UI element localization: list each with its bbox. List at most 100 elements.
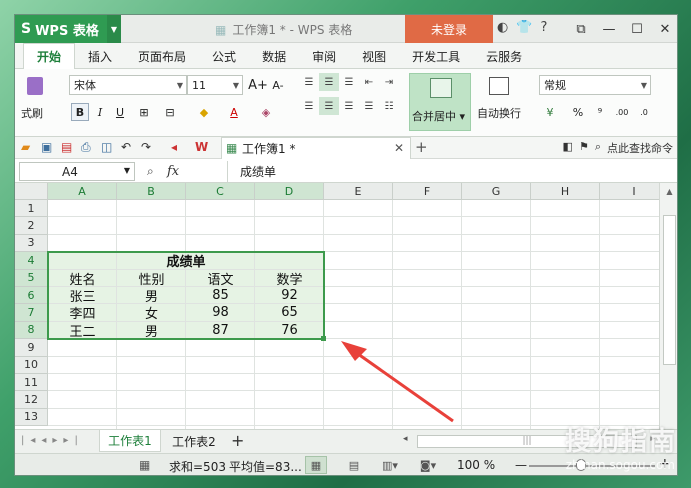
currency-icon[interactable]: ¥: [541, 103, 559, 121]
chevron-left-icon[interactable]: ◂: [403, 434, 408, 444]
document-tab[interactable]: ▦ 工作簿1 * ✕: [221, 137, 411, 159]
percent-button[interactable]: %: [569, 103, 587, 121]
tab-4[interactable]: 数据: [249, 43, 299, 69]
add-sheet-icon[interactable]: +: [231, 431, 244, 450]
align-bottom-icon[interactable]: ☰: [339, 73, 359, 91]
page-layout-view-icon[interactable]: ▥▾: [379, 456, 401, 474]
tab-5[interactable]: 审阅: [299, 43, 349, 69]
zoom-out-button[interactable]: —: [515, 458, 527, 472]
format-painter-button[interactable]: 式刷: [21, 75, 47, 131]
page-break-view-icon[interactable]: ▤: [343, 456, 365, 474]
decrease-decimal-icon[interactable]: .0: [635, 103, 653, 121]
name-box[interactable]: A4 ▼: [19, 162, 135, 181]
print-preview-icon[interactable]: ◫: [101, 140, 112, 154]
wps-window: S WPS 表格 ▼ ▦ 工作簿1 * - WPS 表格 未登录 ◐ 👕 ? ⧉…: [14, 14, 678, 476]
normal-view-icon[interactable]: ▦: [305, 456, 327, 474]
wrap-text-label[interactable]: 自动换行: [477, 105, 521, 121]
tab-7[interactable]: 开发工具: [399, 43, 473, 69]
chevron-down-icon: ▼: [640, 80, 647, 90]
tab-6[interactable]: 视图: [349, 43, 399, 69]
clear-format-icon[interactable]: ◈: [257, 103, 275, 121]
font-name-select[interactable]: 宋体 ▼: [69, 75, 187, 95]
status-sum: 求和=503: [169, 460, 226, 474]
login-button[interactable]: 未登录: [405, 15, 493, 43]
cell-style-icon[interactable]: ⊟: [161, 103, 179, 121]
open-folder-icon[interactable]: ▰: [21, 140, 30, 154]
save-icon[interactable]: ▣: [41, 140, 52, 154]
skin-icon[interactable]: ◐: [497, 20, 508, 35]
chevron-down-icon[interactable]: ▼: [107, 15, 121, 43]
font-color-icon[interactable]: A: [225, 103, 243, 121]
annotation-arrow-shaft: [350, 347, 454, 423]
tab-0[interactable]: 开始: [23, 43, 76, 69]
insert-function-icon[interactable]: fx: [167, 164, 179, 179]
restore-icon[interactable]: ⧉: [567, 15, 595, 43]
format-painter-label: 式刷: [21, 107, 43, 120]
shrink-font-button[interactable]: A-: [269, 76, 287, 94]
sheet-nav-arrows[interactable]: |◂◂▸▸|: [21, 435, 84, 446]
indent-decrease-icon[interactable]: ⇤: [359, 73, 379, 91]
align-middle-icon[interactable]: ☰: [319, 73, 339, 91]
chevron-down-icon: ▼: [176, 80, 183, 90]
align-center-icon[interactable]: ☰: [319, 97, 339, 115]
number-format-value: 常规: [544, 79, 566, 92]
redo-icon[interactable]: ↷: [141, 140, 151, 154]
italic-button[interactable]: I: [91, 103, 109, 121]
merge-center-button[interactable]: 合并居中 ▾: [409, 73, 471, 131]
spreadsheet-icon: ▦: [215, 22, 227, 37]
align-left-icon[interactable]: ☰: [299, 97, 319, 115]
chevron-up-icon[interactable]: ▲: [660, 183, 677, 196]
alignment-group: ☰ ☰ ☰ ⇤ ⇥ ☰ ☰ ☰ ☰ ☷: [299, 73, 399, 115]
wps-w-icon[interactable]: W: [195, 140, 208, 154]
undo-icon[interactable]: ↶: [121, 140, 131, 154]
print-icon[interactable]: ⎙: [81, 140, 91, 155]
close-icon[interactable]: ✕: [394, 141, 404, 155]
spreadsheet-icon: ▦: [226, 141, 238, 155]
grow-font-button[interactable]: A+: [248, 76, 268, 94]
tab-2[interactable]: 页面布局: [125, 43, 199, 69]
command-search[interactable]: ◧ ⚑ ⌕ 点此查找命令: [563, 140, 673, 156]
tab-8[interactable]: 云服务: [473, 43, 535, 69]
close-icon[interactable]: ✕: [651, 15, 677, 43]
zoom-level[interactable]: 100 %: [457, 458, 495, 472]
scrollbar-thumb[interactable]: [663, 215, 676, 365]
reading-mode-icon[interactable]: ◙▾: [417, 456, 439, 474]
align-right-icon[interactable]: ☰: [339, 97, 359, 115]
tab-1[interactable]: 插入: [75, 43, 125, 69]
underline-button[interactable]: U: [111, 103, 129, 121]
help-icon[interactable]: ?: [541, 20, 548, 35]
chevron-down-icon[interactable]: ▼: [124, 166, 130, 175]
document-title: 工作簿1 * - WPS 表格: [232, 23, 353, 37]
zoom-icon[interactable]: ⌕: [147, 164, 154, 179]
minimize-icon[interactable]: —: [595, 15, 623, 43]
wps-menu-button[interactable]: S WPS 表格 ▼: [15, 15, 121, 43]
sheet-tab-0[interactable]: 工作表1: [99, 430, 161, 452]
sheet-tab-1[interactable]: 工作表2: [163, 430, 225, 452]
shirt-icon[interactable]: 👕: [516, 20, 532, 35]
tab-3[interactable]: 公式: [199, 43, 249, 69]
justify-icon[interactable]: ☰: [359, 97, 379, 115]
vertical-scrollbar[interactable]: ▲: [659, 183, 677, 429]
bold-button[interactable]: B: [71, 103, 89, 121]
border-icon[interactable]: ⊞: [135, 103, 153, 121]
align-top-icon[interactable]: ☰: [299, 73, 319, 91]
sheet-status-icon[interactable]: ▦: [139, 458, 150, 472]
formula-input[interactable]: 成绩单: [227, 161, 677, 182]
maximize-icon[interactable]: ☐: [623, 15, 651, 43]
share-icon[interactable]: ◧: [563, 140, 573, 156]
font-size-select[interactable]: 11 ▼: [187, 75, 243, 95]
spreadsheet-grid[interactable]: A B C D E F G H I 1 2 3 4 5 6 7 8 9 10 11 12 13 成绩单 姓名 性别 语文 数学 张三男…: [15, 183, 659, 429]
font-size-value: 11: [192, 78, 206, 92]
fill-color-icon[interactable]: ◆: [195, 103, 213, 121]
menu-bar: 开始 插入 页面布局 公式 数据 审阅 视图 开发工具 云服务: [15, 43, 677, 69]
increase-decimal-icon[interactable]: .00: [613, 103, 631, 121]
customize-icon[interactable]: ◂: [171, 140, 177, 154]
export-pdf-icon[interactable]: ▤: [61, 140, 72, 154]
distribute-icon[interactable]: ☷: [379, 97, 399, 115]
wrap-text-icon[interactable]: [489, 77, 509, 95]
comma-style-button[interactable]: ⁹: [591, 103, 609, 121]
indent-increase-icon[interactable]: ⇥: [379, 73, 399, 91]
number-format-select[interactable]: 常规 ▼: [539, 75, 651, 95]
flag-icon[interactable]: ⚑: [579, 140, 589, 156]
new-tab-icon[interactable]: +: [415, 138, 428, 156]
